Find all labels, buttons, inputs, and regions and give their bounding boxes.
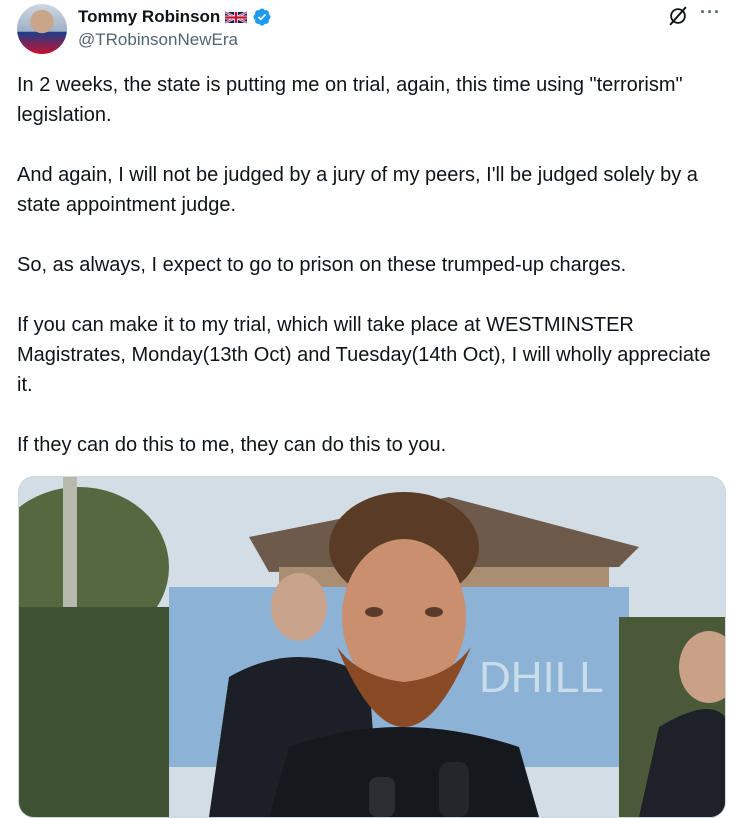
uk-flag-icon [225, 10, 248, 24]
grok-icon[interactable] [667, 5, 689, 27]
tweet-media-image[interactable]: DHILL [18, 476, 726, 818]
sign-text: DHILL [479, 653, 604, 702]
author-handle[interactable]: @TRobinsonNewEra [78, 30, 238, 50]
avatar[interactable] [17, 4, 67, 54]
verified-badge-icon [253, 8, 271, 26]
author-display-name[interactable]: Tommy Robinson [78, 7, 220, 27]
author-name-row: Tommy Robinson [78, 5, 272, 29]
tweet-text: In 2 weeks, the state is putting me on t… [17, 74, 711, 456]
more-icon[interactable]: ··· [700, 2, 721, 23]
media-photo: DHILL [19, 477, 725, 817]
